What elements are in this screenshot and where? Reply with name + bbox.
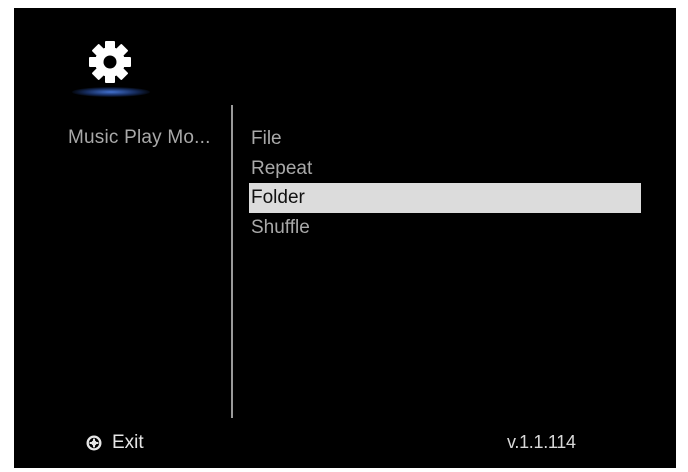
settings-category-label[interactable]: Music Play Mo... [68,127,233,149]
vertical-divider [231,105,233,418]
version-label: v.1.1.114 [507,432,576,452]
option-file[interactable]: File [249,124,641,154]
gear-glow-accent [72,87,150,97]
exit-label: Exit [112,432,144,453]
exit-button[interactable]: Exit [86,431,144,455]
option-folder[interactable]: Folder [249,183,641,213]
option-shuffle[interactable]: Shuffle [249,213,641,243]
option-repeat[interactable]: Repeat [249,154,641,184]
exit-button-icon [86,435,102,451]
gear-icon [89,41,131,83]
settings-screen: Music Play Mo... File Repeat Folder Shuf… [14,8,676,468]
options-list: File Repeat Folder Shuffle [249,124,641,242]
